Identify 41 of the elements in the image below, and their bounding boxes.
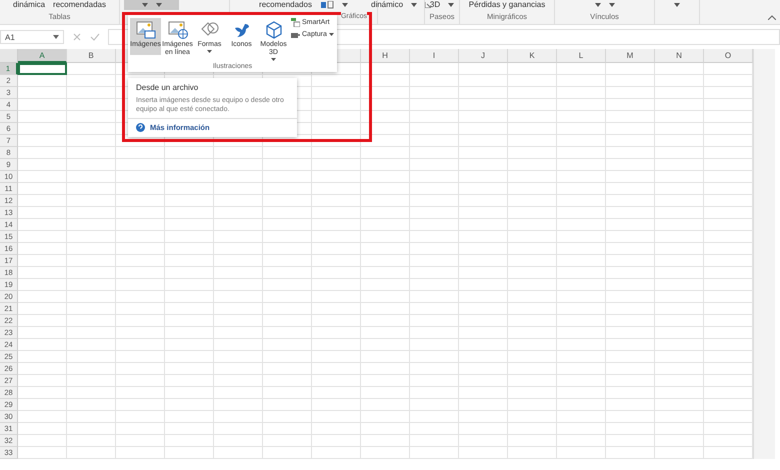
tooltip-title: Desde un archivo [136,83,200,92]
select-all-corner[interactable] [0,49,18,63]
picture-icon [136,20,156,40]
column-header[interactable]: M [606,49,655,63]
active-cell[interactable] [18,63,67,75]
caret-icon[interactable] [594,3,600,7]
picture-globe-icon [168,20,188,40]
column-header[interactable]: H [361,49,410,63]
launcher-icon[interactable] [425,2,432,8]
column-header[interactable]: O [704,49,753,63]
vertical-scrollbar[interactable] [753,63,775,459]
enter-icon[interactable] [90,32,100,42]
caret-icon[interactable] [674,3,680,7]
column-header[interactable]: B [67,49,116,63]
caret-icon[interactable] [142,3,148,7]
smartart-icon [291,18,300,27]
ribbon-button-label[interactable]: dinámica [13,0,46,10]
camera-icon [291,30,300,39]
collapse-ribbon-icon[interactable] [768,15,776,20]
cube-icon [264,20,284,40]
column-header[interactable]: N [655,49,704,63]
column-header[interactable]: A [18,49,67,63]
ribbon-button-label[interactable]: recomendados [259,0,312,10]
ribbon-button-label[interactable]: Pérdidas y ganancias [468,0,546,10]
caret-icon[interactable] [342,3,348,7]
caret-icon[interactable] [448,3,454,7]
chart-icon[interactable] [320,1,334,9]
caret-icon[interactable] [608,3,614,7]
name-box[interactable]: A1 [0,30,64,44]
help-icon[interactable] [136,123,145,132]
ribbon-button-label[interactable]: dinámico [371,0,404,10]
caret-icon[interactable] [156,3,162,7]
column-header[interactable]: J [459,49,508,63]
caret-icon[interactable] [411,3,418,7]
column-header[interactable]: I [410,49,459,63]
ribbon-button-label[interactable]: recomendadas [53,0,106,10]
column-header[interactable]: L [557,49,606,63]
cancel-icon[interactable] [72,32,82,42]
ribbon-button-label[interactable]: 3D [430,0,440,10]
column-header[interactable]: K [508,49,557,63]
scrollbar[interactable] [753,49,775,63]
